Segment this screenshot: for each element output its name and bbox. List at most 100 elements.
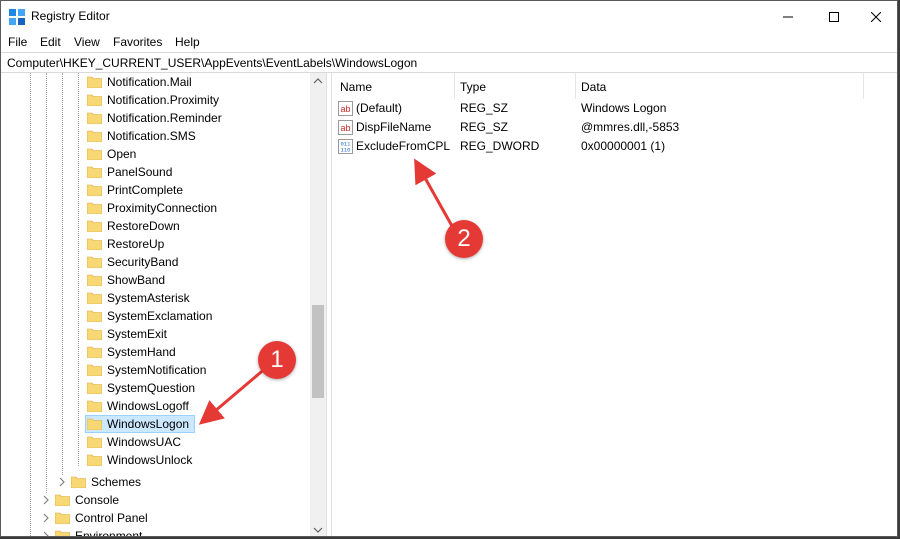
tree-item-label: Console (75, 493, 120, 507)
tree-item-label: PrintComplete (107, 183, 184, 197)
registry-editor-icon (9, 9, 25, 25)
tree-item-label: PanelSound (107, 165, 173, 179)
chevron-right-icon[interactable] (41, 512, 51, 524)
folder-icon (87, 292, 102, 304)
value-name: DispFileName (356, 120, 432, 134)
tree-item-label: WindowsLogoff (107, 399, 189, 413)
tree-item-label: ShowBand (107, 273, 166, 287)
tree-item-label: SecurityBand (107, 255, 179, 269)
tree-item[interactable]: SystemAsterisk (85, 289, 305, 307)
folder-icon (87, 274, 102, 286)
menu-edit[interactable]: Edit (40, 35, 61, 49)
tree-item[interactable]: WindowsUAC (85, 433, 305, 451)
tree-item[interactable]: WindowsLogoff (85, 397, 305, 415)
menu-help[interactable]: Help (175, 35, 200, 49)
tree-guide-line (46, 73, 47, 493)
menu-file[interactable]: File (8, 35, 27, 49)
tree-item-label: Notification.Proximity (107, 93, 220, 107)
folder-icon (87, 436, 102, 448)
menu-bar: File Edit View Favorites Help (1, 32, 897, 52)
column-header-label: Type (460, 80, 487, 94)
value-data: @mmres.dll,-5853 (581, 120, 680, 134)
chevron-right-icon[interactable] (41, 530, 51, 537)
tree-item-label: SystemNotification (107, 363, 207, 377)
tree-item[interactable]: Notification.Proximity (85, 91, 305, 109)
svg-text:110: 110 (341, 147, 351, 154)
tree-item[interactable]: Notification.SMS (85, 127, 305, 145)
folder-icon (87, 346, 102, 358)
maximize-icon (829, 11, 839, 22)
scroll-down-icon[interactable] (313, 526, 323, 534)
tree-item[interactable]: SystemQuestion (85, 379, 305, 397)
column-header-data[interactable]: Data (576, 73, 863, 99)
tree-item[interactable]: ShowBand (85, 271, 305, 289)
tree-item-selected[interactable]: WindowsLogon (85, 415, 305, 433)
chevron-right-icon[interactable] (57, 476, 67, 488)
menu-view[interactable]: View (74, 35, 100, 49)
tree-guide-line (78, 73, 79, 466)
tree-item-label: SystemQuestion (107, 381, 196, 395)
tree-item[interactable]: PanelSound (85, 163, 305, 181)
folder-icon (87, 328, 102, 340)
tree-item-control-panel[interactable]: Control Panel (41, 509, 291, 527)
folder-icon (87, 94, 102, 106)
tree-item[interactable]: PrintComplete (85, 181, 305, 199)
chevron-right-icon[interactable] (41, 494, 51, 506)
tree-item[interactable]: RestoreDown (85, 217, 305, 235)
minimize-icon (783, 16, 793, 17)
tree-item[interactable]: Notification.Reminder (85, 109, 305, 127)
value-row[interactable]: ab DispFileName REG_SZ @mmres.dll,-5853 (332, 118, 897, 137)
maximize-button[interactable] (811, 1, 857, 32)
tree-item[interactable]: SystemExit (85, 325, 305, 343)
tree-guide-line (30, 73, 31, 536)
tree-item[interactable]: RestoreUp (85, 235, 305, 253)
string-value-icon: ab (338, 120, 353, 135)
folder-icon (87, 112, 102, 124)
tree-item-label: ProximityConnection (107, 201, 218, 215)
values-list: Name Type Data ab (Default) REG_SZ Windo… (332, 73, 897, 536)
value-type: REG_SZ (460, 120, 509, 134)
column-header-label: Name (340, 80, 373, 94)
scrollbar-thumb[interactable] (312, 305, 324, 398)
tree-item[interactable]: WindowsUnlock (85, 451, 305, 469)
tree-item-console[interactable]: Console (41, 491, 291, 509)
string-value-icon: ab (338, 101, 353, 116)
window-title: Registry Editor (31, 9, 110, 23)
scroll-up-icon[interactable] (313, 77, 323, 85)
tree-item-label: SystemExit (107, 327, 168, 341)
svg-text:ab: ab (340, 123, 350, 133)
tree-item-label: WindowsUAC (107, 435, 182, 449)
folder-icon (87, 400, 102, 412)
value-name: ExcludeFromCPL (356, 139, 451, 153)
tree-item-label: WindowsLogon (107, 417, 190, 431)
folder-icon (87, 238, 102, 250)
value-row[interactable]: ab (Default) REG_SZ Windows Logon (332, 99, 897, 118)
tree-item[interactable]: Open (85, 145, 305, 163)
tree-item[interactable]: SystemExclamation (85, 307, 305, 325)
column-divider[interactable] (863, 73, 864, 99)
folder-icon (55, 530, 70, 536)
folder-icon (55, 494, 70, 506)
tree-item-schemes[interactable]: Schemes (57, 473, 307, 491)
tree-item-label: Schemes (91, 475, 142, 489)
tree-item[interactable]: Notification.Mail (85, 73, 305, 91)
tree-item[interactable]: SecurityBand (85, 253, 305, 271)
minimize-button[interactable] (765, 1, 811, 32)
value-type: REG_SZ (460, 101, 509, 115)
folder-icon (87, 382, 102, 394)
address-path: Computer\HKEY_CURRENT_USER\AppEvents\Eve… (7, 56, 418, 70)
column-header-label: Data (581, 80, 607, 94)
address-bar[interactable]: Computer\HKEY_CURRENT_USER\AppEvents\Eve… (1, 52, 897, 73)
tree-item[interactable]: ProximityConnection (85, 199, 305, 217)
tree-scrollbar[interactable] (310, 73, 326, 536)
value-row[interactable]: 011 110 ExcludeFromCPL REG_DWORD 0x00000… (332, 137, 897, 156)
folder-icon (87, 364, 102, 376)
menu-favorites[interactable]: Favorites (113, 35, 162, 49)
registry-editor-window: Registry Editor File Edit View Favorites… (0, 0, 898, 537)
column-header-name[interactable]: Name (332, 73, 454, 99)
callout-badge-1: 1 (258, 341, 296, 379)
tree-item-environment[interactable]: Environment (41, 527, 291, 537)
column-header-type[interactable]: Type (455, 73, 575, 99)
tree-guide-line (62, 73, 63, 475)
close-button[interactable] (853, 1, 897, 32)
